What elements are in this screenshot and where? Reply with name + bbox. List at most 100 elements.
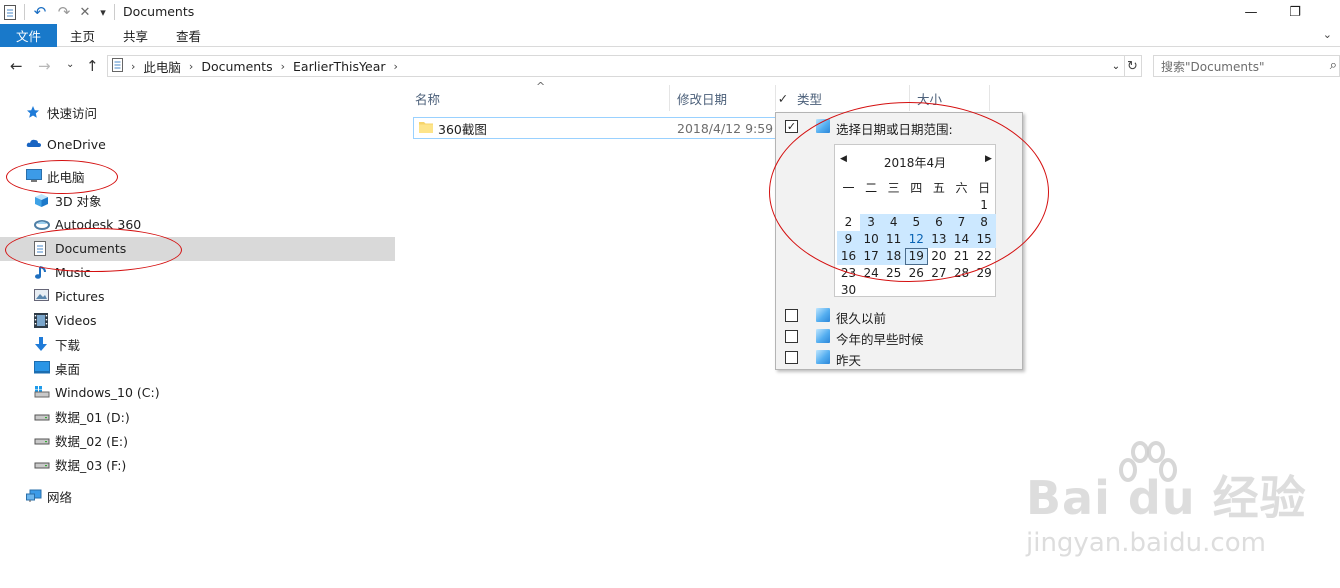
nav-item-label: 快速访问 xyxy=(47,105,98,121)
calendar-day[interactable]: 19 xyxy=(904,248,928,265)
calendar-day[interactable]: 11 xyxy=(882,231,906,248)
calendar-weekday: 日 xyxy=(978,181,991,195)
breadcrumb-separator[interactable]: › xyxy=(189,60,193,73)
nav-item-autodesk-360[interactable]: Autodesk 360 xyxy=(34,212,141,236)
earlier-this-year-icon xyxy=(816,329,830,343)
breadcrumb-documents[interactable]: Documents xyxy=(201,59,272,74)
calendar-day[interactable]: 1 xyxy=(973,197,996,214)
breadcrumb-separator[interactable]: › xyxy=(131,60,135,73)
calendar-day[interactable]: 13 xyxy=(927,231,951,248)
calendar-day[interactable]: 14 xyxy=(950,231,973,248)
long-ago-checkbox[interactable] xyxy=(785,309,798,322)
breadcrumb-earlier-this-year[interactable]: EarlierThisYear xyxy=(293,59,385,74)
search-icon[interactable]: ⌕ xyxy=(1330,58,1337,73)
calendar-day[interactable]: 25 xyxy=(882,265,905,282)
calendar: ◀ 2018年4月 ▶ 一二三四五六日 1 2 3 4 5 6 7 8 9 10 11 12 13 14 1… xyxy=(834,144,996,297)
back-button[interactable]: ← xyxy=(10,57,23,75)
calendar-day[interactable]: 23 xyxy=(837,265,860,282)
calendar-day[interactable]: 6 xyxy=(927,214,951,231)
option-yesterday[interactable]: 昨天 xyxy=(836,350,861,369)
recent-locations-button[interactable]: ⌄ xyxy=(66,59,74,70)
nav-item-onedrive[interactable]: OneDrive xyxy=(26,132,106,156)
nav-item-desktop[interactable]: 桌面 xyxy=(34,356,80,380)
calendar-day[interactable]: 2 xyxy=(837,214,860,231)
delete-icon[interactable]: ✕ xyxy=(76,2,94,22)
option-long-ago[interactable]: 很久以前 xyxy=(836,308,886,327)
address-bar[interactable]: › 此电脑 › Documents › EarlierThisYear › ⌄ xyxy=(107,55,1125,77)
tab-home[interactable]: 主页 xyxy=(70,24,95,47)
ribbon-tabs: 文件 主页 共享 查看 ⌄ xyxy=(0,24,1340,47)
nav-item-music[interactable]: Music xyxy=(34,260,91,284)
column-header-type[interactable]: 类型 xyxy=(790,85,910,111)
calendar-day[interactable]: 28 xyxy=(950,265,973,282)
search-input[interactable]: 搜索"Documents" ⌕ xyxy=(1153,55,1340,77)
calendar-month-title[interactable]: 2018年4月 xyxy=(835,154,995,171)
restore-button[interactable]: ❐ xyxy=(1272,0,1318,24)
forward-button[interactable]: → xyxy=(38,57,51,75)
nav-item-videos[interactable]: Videos xyxy=(34,308,97,332)
nav-item-this-pc[interactable]: 此电脑 xyxy=(26,164,85,188)
watermark-brand: Bai du 经验 xyxy=(1026,471,1307,525)
column-header-date[interactable]: 修改日期 xyxy=(670,85,776,111)
breadcrumb-this-pc[interactable]: 此电脑 xyxy=(143,57,181,76)
nav-item-drive-c[interactable]: Windows_10 (C:) xyxy=(34,380,160,404)
calendar-day[interactable]: 26 xyxy=(905,265,928,282)
column-header-name[interactable]: 名称 xyxy=(408,85,670,111)
calendar-day[interactable]: 20 xyxy=(927,248,950,265)
nav-item-label: 数据_02 (E:) xyxy=(55,433,128,449)
calendar-day[interactable]: 24 xyxy=(860,265,883,282)
calendar-day[interactable]: 29 xyxy=(973,265,996,282)
calendar-day[interactable]: 9 xyxy=(837,231,860,248)
breadcrumb-separator[interactable]: › xyxy=(281,60,285,73)
nav-item-pictures[interactable]: Pictures xyxy=(34,284,105,308)
calendar-day[interactable]: 3 xyxy=(859,214,883,231)
file-row[interactable]: 360截图 2018/4/12 9:59 xyxy=(413,117,777,139)
nav-item-3d-objects[interactable]: 3D 对象 xyxy=(34,188,102,212)
nav-item-label: Documents xyxy=(55,240,127,256)
nav-item-downloads[interactable]: 下载 xyxy=(34,332,80,356)
document-app-icon[interactable] xyxy=(2,2,18,22)
calendar-day[interactable]: 8 xyxy=(972,214,996,231)
next-month-button[interactable]: ▶ xyxy=(985,154,992,164)
refresh-button[interactable]: ↻ xyxy=(1124,55,1142,77)
customize-toolbar-icon[interactable]: ▾ xyxy=(96,2,110,22)
date-range-checkbox[interactable]: ✓ xyxy=(785,120,798,133)
nav-item-quick-access[interactable]: 快速访问 xyxy=(26,100,97,124)
calendar-day[interactable]: 5 xyxy=(904,214,928,231)
calendar-day[interactable]: 15 xyxy=(972,231,996,248)
yesterday-checkbox[interactable] xyxy=(785,351,798,364)
calendar-day[interactable]: 21 xyxy=(950,248,973,265)
column-filter-check-icon[interactable]: ✓ xyxy=(776,85,790,111)
calendar-day[interactable]: 16 xyxy=(837,248,860,265)
tab-share[interactable]: 共享 xyxy=(123,24,148,47)
redo-icon[interactable]: ↷ xyxy=(54,2,74,22)
minimize-button[interactable]: — xyxy=(1228,0,1274,24)
download-icon xyxy=(34,337,50,351)
tab-view[interactable]: 查看 xyxy=(176,24,201,47)
calendar-day[interactable]: 12 xyxy=(904,231,928,248)
up-button[interactable]: ↑ xyxy=(86,57,99,75)
calendar-day[interactable]: 30 xyxy=(837,282,860,299)
calendar-day[interactable]: 18 xyxy=(882,248,906,265)
expand-ribbon-icon[interactable]: ⌄ xyxy=(1323,28,1332,41)
nav-item-documents[interactable]: Documents xyxy=(34,236,126,260)
nav-item-drive-f[interactable]: 数据_03 (F:) xyxy=(34,452,126,476)
calendar-day[interactable]: 17 xyxy=(859,248,883,265)
breadcrumb-separator[interactable]: › xyxy=(394,60,398,73)
earlier-this-year-checkbox[interactable] xyxy=(785,330,798,343)
calendar-day[interactable]: 4 xyxy=(882,214,906,231)
tab-file[interactable]: 文件 xyxy=(0,24,57,47)
option-earlier-this-year[interactable]: 今年的早些时候 xyxy=(836,329,924,348)
calendar-day[interactable]: 10 xyxy=(859,231,883,248)
calendar-day[interactable]: 22 xyxy=(973,248,996,265)
file-modified-date: 2018/4/12 9:59 xyxy=(677,120,774,136)
column-header-size[interactable]: 大小 xyxy=(910,85,990,111)
calendar-day[interactable]: 7 xyxy=(950,214,973,231)
undo-icon[interactable]: ↶ xyxy=(30,2,50,22)
nav-item-drive-d[interactable]: 数据_01 (D:) xyxy=(34,404,130,428)
nav-item-network[interactable]: 网络 xyxy=(26,484,72,508)
nav-item-drive-e[interactable]: 数据_02 (E:) xyxy=(34,428,128,452)
calendar-day[interactable]: 27 xyxy=(927,265,950,282)
address-history-dropdown[interactable]: ⌄ xyxy=(1107,56,1124,76)
nav-item-label: Pictures xyxy=(55,288,105,304)
